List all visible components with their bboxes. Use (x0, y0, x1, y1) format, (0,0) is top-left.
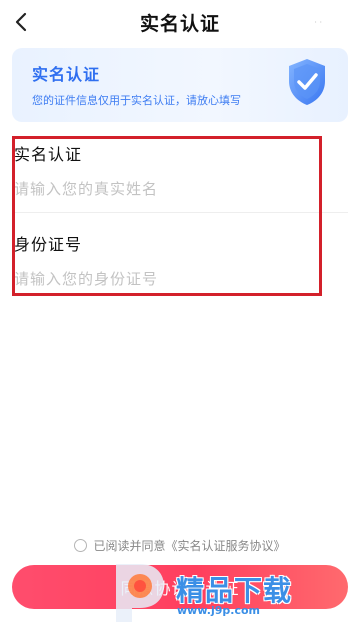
id-number-input[interactable] (14, 270, 334, 288)
field-divider (14, 212, 348, 213)
id-number-label: 身份证号 (14, 235, 83, 254)
name-input[interactable] (14, 180, 334, 198)
banner-subtitle: 您的证件信息仅用于实名认证，请放心填写 (32, 94, 241, 107)
name-label: 实名认证 (14, 145, 83, 164)
shield-check-icon (289, 59, 325, 105)
banner-title: 实名认证 (32, 65, 101, 84)
info-banner: 实名认证 您的证件信息仅用于实名认证，请放心填写 (12, 48, 348, 122)
id-number-field: 身份证号 (14, 231, 348, 288)
page-title: 实名认证 (139, 13, 220, 35)
submit-button[interactable]: 同意协议并认证 (12, 565, 348, 609)
name-field: 实名认证 (14, 141, 348, 198)
agreement-text: 已阅读并同意《实名认证服务协议》 (93, 539, 286, 553)
agreement-row[interactable]: 已阅读并同意《实名认证服务协议》 (0, 537, 360, 554)
agreement-radio[interactable] (74, 539, 88, 552)
decorative-dots: · · (314, 18, 322, 27)
top-nav-bar: 实名认证 · · (0, 0, 360, 44)
